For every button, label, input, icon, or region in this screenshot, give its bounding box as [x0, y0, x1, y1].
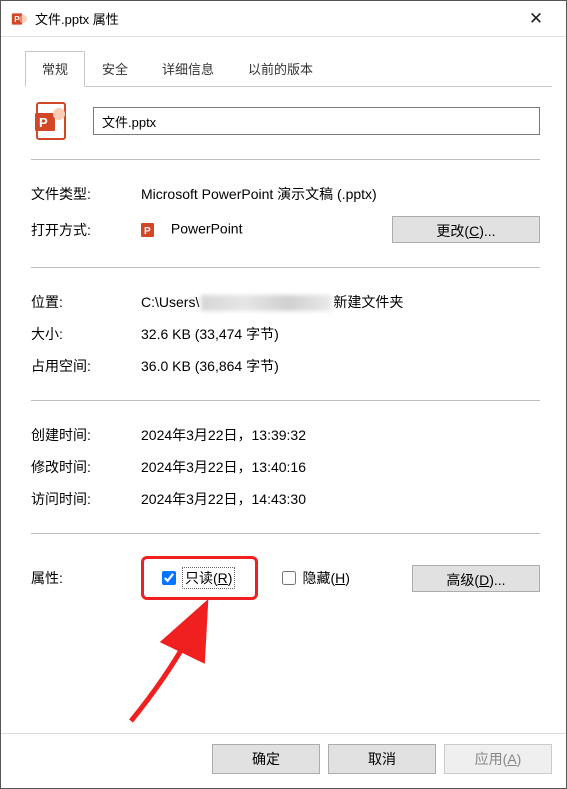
general-panel: P 文件类型: Microsoft PowerPoint 演示文稿 (.pptx… — [1, 87, 566, 733]
modified-value: 2024年3月22日，13:40:16 — [141, 457, 540, 477]
dialog-footer: 确定 取消 应用(A) — [1, 733, 566, 788]
change-button[interactable]: 更改(C)... — [392, 216, 540, 243]
advanced-button[interactable]: 高级(D)... — [412, 565, 540, 592]
close-button[interactable]: ✕ — [516, 9, 556, 29]
location-suffix: 新建文件夹 — [333, 294, 403, 310]
apply-button[interactable]: 应用(A) — [444, 744, 552, 774]
tab-details[interactable]: 详细信息 — [145, 51, 231, 87]
open-with-label: 打开方式: — [31, 220, 141, 240]
readonly-checkbox-wrap[interactable]: 只读(R) — [158, 567, 235, 589]
tab-security[interactable]: 安全 — [85, 51, 145, 87]
location-label: 位置: — [31, 292, 141, 312]
hidden-label: 隐藏(H) — [302, 568, 349, 588]
file-type-value: Microsoft PowerPoint 演示文稿 (.pptx) — [141, 184, 540, 204]
file-type-icon: P — [35, 101, 71, 141]
tab-previous-versions[interactable]: 以前的版本 — [231, 51, 330, 87]
tab-bar: 常规 安全 详细信息 以前的版本 — [1, 37, 566, 87]
location-value: C:\Users\ 新建文件夹 — [141, 292, 540, 312]
disk-size-value: 36.0 KB (36,864 字节) — [141, 356, 540, 376]
redacted-path — [201, 295, 331, 311]
file-type-label: 文件类型: — [31, 184, 141, 204]
separator — [31, 533, 540, 534]
titlebar: P 文件.pptx 属性 ✕ — [1, 1, 566, 37]
accessed-label: 访问时间: — [31, 489, 141, 509]
hidden-checkbox[interactable] — [282, 571, 296, 585]
accessed-value: 2024年3月22日，14:43:30 — [141, 489, 540, 509]
hidden-checkbox-wrap[interactable]: 隐藏(H) — [278, 568, 349, 588]
readonly-checkbox[interactable] — [162, 571, 176, 585]
properties-dialog: P 文件.pptx 属性 ✕ 常规 安全 详细信息 以前的版本 P 文件类型: … — [0, 0, 567, 789]
modified-label: 修改时间: — [31, 457, 141, 477]
powerpoint-icon: P — [11, 11, 27, 27]
svg-text:P: P — [144, 226, 151, 237]
size-label: 大小: — [31, 324, 141, 344]
powerpoint-app-icon: P — [141, 220, 161, 240]
readonly-highlight-box: 只读(R) — [141, 556, 258, 600]
readonly-label: 只读(R) — [182, 567, 235, 589]
ok-button[interactable]: 确定 — [212, 744, 320, 774]
open-with-value: P PowerPoint — [141, 220, 392, 240]
separator — [31, 267, 540, 268]
separator — [31, 159, 540, 160]
window-title: 文件.pptx 属性 — [35, 9, 516, 28]
attributes-label: 属性: — [31, 568, 141, 588]
filename-input[interactable] — [93, 107, 540, 135]
disk-size-label: 占用空间: — [31, 356, 141, 376]
cancel-button[interactable]: 取消 — [328, 744, 436, 774]
created-value: 2024年3月22日，13:39:32 — [141, 425, 540, 445]
separator — [31, 400, 540, 401]
tab-general[interactable]: 常规 — [25, 51, 85, 87]
size-value: 32.6 KB (33,474 字节) — [141, 324, 540, 344]
open-with-app-name: PowerPoint — [171, 220, 243, 236]
svg-text:P: P — [39, 115, 48, 130]
location-prefix: C:\Users\ — [141, 294, 199, 310]
created-label: 创建时间: — [31, 425, 141, 445]
